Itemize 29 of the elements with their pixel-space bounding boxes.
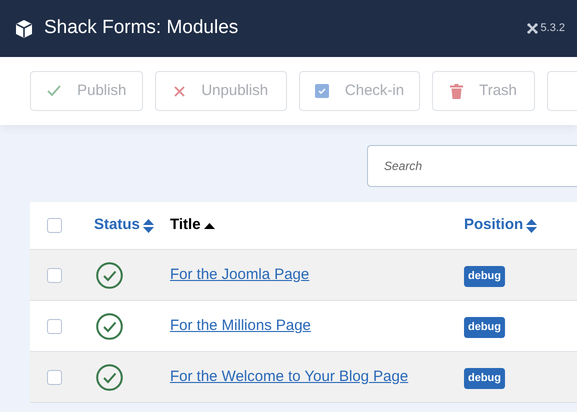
sort-ascending-icon <box>204 222 215 228</box>
module-title-link[interactable]: For the Millions Page <box>170 317 311 334</box>
checkbox-icon <box>314 84 329 98</box>
column-header-link[interactable]: Position <box>464 214 538 237</box>
cube-icon <box>14 18 34 38</box>
sort-icon <box>526 218 538 232</box>
sort-icon <box>142 218 154 232</box>
row-checkbox[interactable] <box>46 318 62 334</box>
position-badge: debug <box>464 317 505 338</box>
row-checkbox[interactable] <box>46 268 62 282</box>
position-badge: debug <box>464 266 505 286</box>
search-field[interactable]: Search <box>367 145 577 187</box>
toolbar-button[interactable] <box>547 71 577 111</box>
page-title: Shack Forms: Modules <box>44 16 238 40</box>
check-icon <box>47 85 62 97</box>
column-header-link[interactable]: Status <box>94 214 154 237</box>
published-check-icon[interactable] <box>96 364 123 390</box>
row-checkbox[interactable] <box>46 370 62 384</box>
select-all-checkbox[interactable] <box>46 218 62 233</box>
position-badge: debug <box>464 368 505 388</box>
module-title-link[interactable]: For the Welcome to Your Blog Page <box>170 368 408 385</box>
published-check-icon[interactable] <box>96 312 123 340</box>
module-title-link[interactable]: For the Joomla Page <box>170 266 310 283</box>
trash-icon <box>450 84 464 98</box>
column-header-link[interactable]: Title <box>170 214 215 237</box>
close-icon <box>174 86 186 96</box>
version-label: 5.3.2 <box>540 21 565 36</box>
published-check-icon[interactable] <box>96 262 123 288</box>
logo-icon <box>526 23 538 34</box>
